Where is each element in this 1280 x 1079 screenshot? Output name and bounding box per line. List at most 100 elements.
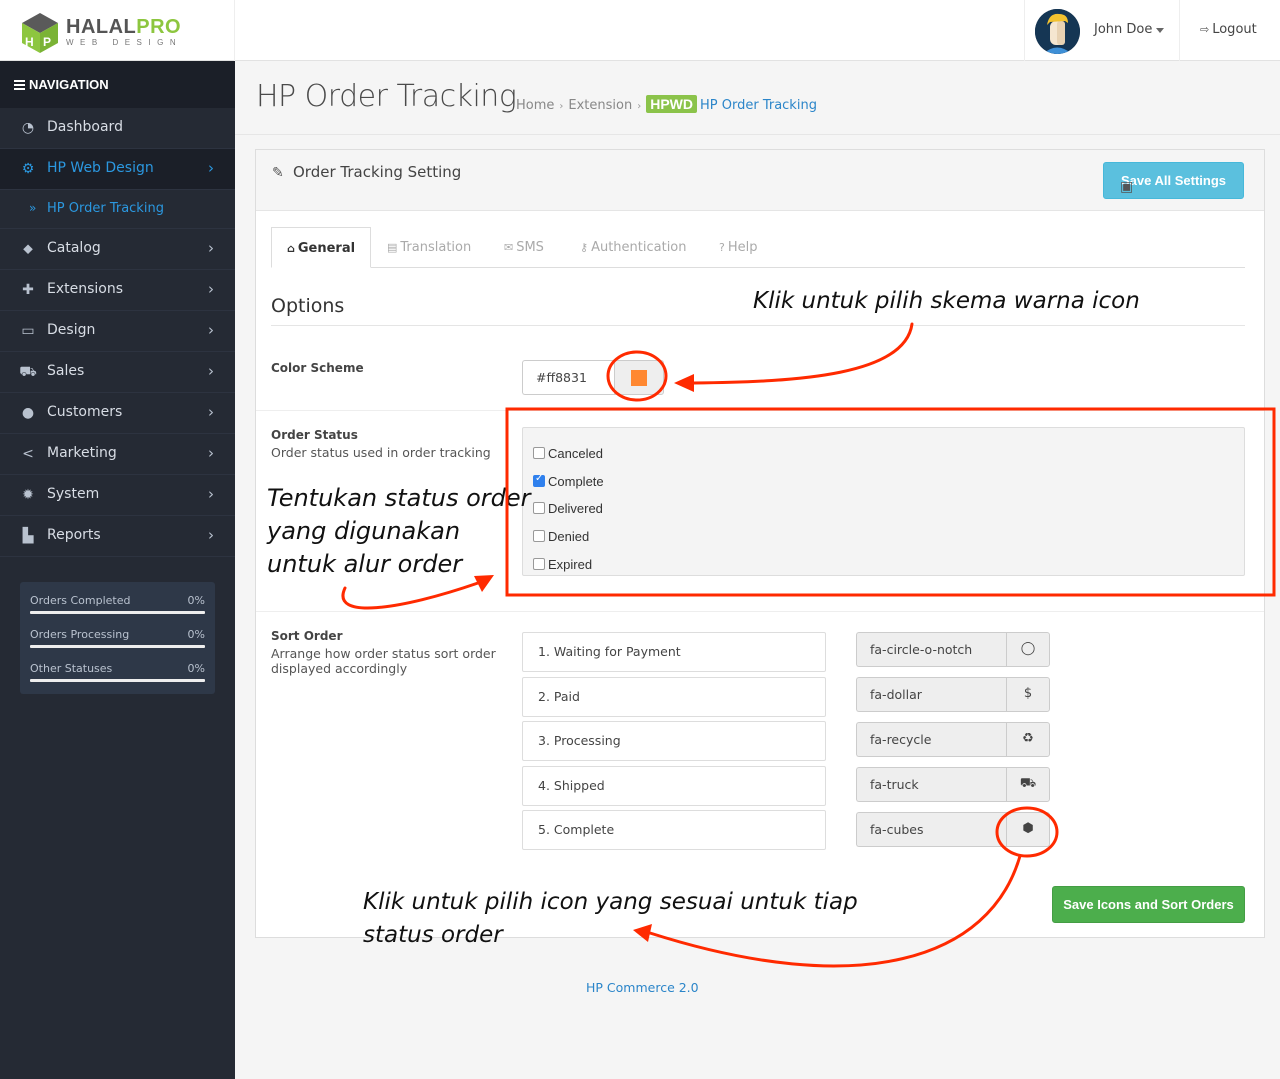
tab-sms[interactable]: ✉ SMS	[504, 227, 544, 268]
language-icon: ▤	[387, 241, 398, 254]
question-circle-icon: ?	[719, 241, 725, 254]
cubes-icon[interactable]: ⬢	[1006, 812, 1050, 847]
menu-bars-icon	[14, 78, 25, 93]
sortable-status-item[interactable]: 5. Complete	[522, 810, 826, 850]
status-option-complete[interactable]: Complete	[533, 473, 604, 489]
sidebar-item-design[interactable]: ▭ Design ›	[0, 311, 235, 352]
order-status-help: Order status used in order tracking	[271, 445, 491, 460]
sidebar: NAVIGATION ◔ Dashboard ⚙ HP Web Design ›…	[0, 61, 235, 1079]
color-picker-button[interactable]	[614, 360, 664, 395]
logo[interactable]: H P HALALPRO WEB DESIGN	[0, 0, 235, 61]
annotation-status-hint-line1: Tentukan status order	[267, 484, 531, 512]
sidebar-subitem-hp-order-tracking[interactable]: » HP Order Tracking	[0, 190, 235, 229]
chevron-right-icon: ›	[208, 280, 214, 298]
chevron-right-icon: ›	[208, 444, 214, 462]
page-title: HP Order Tracking	[256, 79, 517, 114]
sortable-status-item[interactable]: 4. Shipped	[522, 766, 826, 806]
breadcrumb-badge: HPWD	[646, 95, 697, 113]
icon-class-input[interactable]: fa-circle-o-notch	[856, 632, 1007, 667]
key-icon: ⚷	[580, 241, 589, 254]
sidebar-item-sales[interactable]: ⛟ Sales ›	[0, 352, 235, 393]
checkbox-label: Denied	[548, 529, 590, 544]
icon-class-input[interactable]: fa-cubes	[856, 812, 1007, 847]
chevron-right-icon: ›	[208, 526, 214, 544]
sidebar-item-reports[interactable]: ▙ Reports ›	[0, 516, 235, 557]
sidebar-item-marketing[interactable]: < Marketing ›	[0, 434, 235, 475]
tab-label: Authentication	[591, 240, 687, 255]
tags-icon: ⬥	[23, 241, 33, 257]
logo-name-main: HALAL	[66, 16, 137, 38]
monitor-icon: ▭	[21, 323, 35, 339]
icon-class-input[interactable]: fa-recycle	[856, 722, 1007, 757]
checkbox[interactable]	[533, 558, 545, 570]
tab-general[interactable]: ⌂ General	[271, 227, 372, 268]
status-option-expired[interactable]: Expired	[533, 557, 592, 572]
truck-icon[interactable]: ⛟	[1006, 767, 1050, 802]
checkbox[interactable]	[533, 530, 545, 542]
logo-tagline: WEB DESIGN	[66, 38, 183, 47]
annotation-icon-hint-line1: Klik untuk pilih icon yang sesuai untuk …	[363, 889, 858, 915]
checkbox-label: Delivered	[548, 501, 603, 516]
sortable-status-item[interactable]: 3. Processing	[522, 721, 826, 761]
user-menu[interactable]: John Doe	[1024, 0, 1180, 61]
color-scheme-label: Color Scheme	[271, 361, 364, 375]
divider	[256, 410, 1264, 411]
checkbox[interactable]	[533, 447, 545, 459]
stat-value: 0%	[187, 594, 205, 607]
bar-chart-icon: ▙	[22, 528, 34, 544]
circle-o-notch-icon[interactable]: ◯	[1006, 632, 1050, 667]
sidebar-item-catalog[interactable]: ⬥ Catalog ›	[0, 229, 235, 270]
chevron-right-icon: ›	[208, 321, 214, 339]
sort-order-label: Sort Order	[271, 629, 343, 643]
breadcrumb-current[interactable]: HP Order Tracking	[700, 98, 817, 113]
status-option-delivered[interactable]: Delivered	[533, 501, 603, 516]
sidebar-item-label: Reports	[47, 527, 101, 543]
breadcrumb-home[interactable]: Home	[516, 98, 554, 113]
color-scheme-input[interactable]: #ff8831	[522, 360, 615, 395]
sidebar-item-system[interactable]: ✹ System ›	[0, 475, 235, 516]
checkbox[interactable]	[533, 502, 545, 514]
sidebar-item-label: Dashboard	[47, 119, 123, 135]
avatar	[1035, 9, 1080, 54]
stat-progress-bar	[30, 611, 205, 614]
sidebar-item-extensions[interactable]: ✚ Extensions ›	[0, 270, 235, 311]
tab-help[interactable]: ? Help	[719, 227, 757, 268]
recycle-icon[interactable]: ♻	[1006, 722, 1050, 757]
stat-label: Other Statuses	[30, 662, 113, 675]
cogs-icon: ⚙	[21, 161, 35, 177]
sidebar-item-customers[interactable]: ● Customers ›	[0, 393, 235, 434]
order-status-checklist: Canceled Complete Delivered Denied Expir…	[522, 427, 1245, 576]
breadcrumb-extension[interactable]: Extension	[568, 98, 632, 113]
sidebar-item-label: HP Order Tracking	[47, 201, 164, 216]
sidebar-item-hp-web-design[interactable]: ⚙ HP Web Design ›	[0, 149, 235, 190]
floppy-disk-icon: ▣	[1120, 178, 1134, 194]
save-all-settings-button[interactable]: ▣ Save All Settings	[1103, 162, 1244, 199]
sortable-status-item[interactable]: 2. Paid	[522, 677, 826, 717]
gear-icon: ✹	[22, 487, 34, 503]
sidebar-item-dashboard[interactable]: ◔ Dashboard	[0, 108, 235, 149]
footer-link[interactable]: HP Commerce 2.0	[586, 980, 699, 995]
status-option-canceled[interactable]: Canceled	[533, 446, 603, 461]
divider	[235, 134, 1280, 135]
dashboard-icon: ◔	[21, 120, 35, 136]
logout-link[interactable]: ⇨ Logout	[1200, 22, 1257, 37]
chevron-right-icon: ›	[208, 362, 214, 380]
icon-class-input[interactable]: fa-dollar	[856, 677, 1007, 712]
tab-authentication[interactable]: ⚷ Authentication	[580, 227, 687, 268]
panel-heading: ✎ Order Tracking Setting ▣ Save All Setti…	[256, 150, 1264, 211]
icon-class-input[interactable]: fa-truck	[856, 767, 1007, 802]
dollar-icon[interactable]: $	[1006, 677, 1050, 712]
stat-orders-processing: Orders Processing 0%	[30, 626, 205, 660]
breadcrumb-separator-icon: ›	[559, 101, 564, 112]
chevron-right-icon: ›	[208, 403, 214, 421]
save-icons-sort-orders-button[interactable]: Save Icons and Sort Orders	[1052, 886, 1245, 923]
chevron-right-icon: ›	[208, 159, 214, 177]
checkbox-label: Complete	[548, 474, 604, 489]
user-icon: ●	[21, 405, 35, 421]
stat-value: 0%	[187, 628, 205, 641]
breadcrumb-separator-icon: ›	[637, 101, 642, 112]
tab-translation[interactable]: ▤ Translation	[387, 227, 471, 268]
checkbox[interactable]	[533, 473, 545, 487]
status-option-denied[interactable]: Denied	[533, 529, 589, 544]
sortable-status-item[interactable]: 1. Waiting for Payment	[522, 632, 826, 672]
